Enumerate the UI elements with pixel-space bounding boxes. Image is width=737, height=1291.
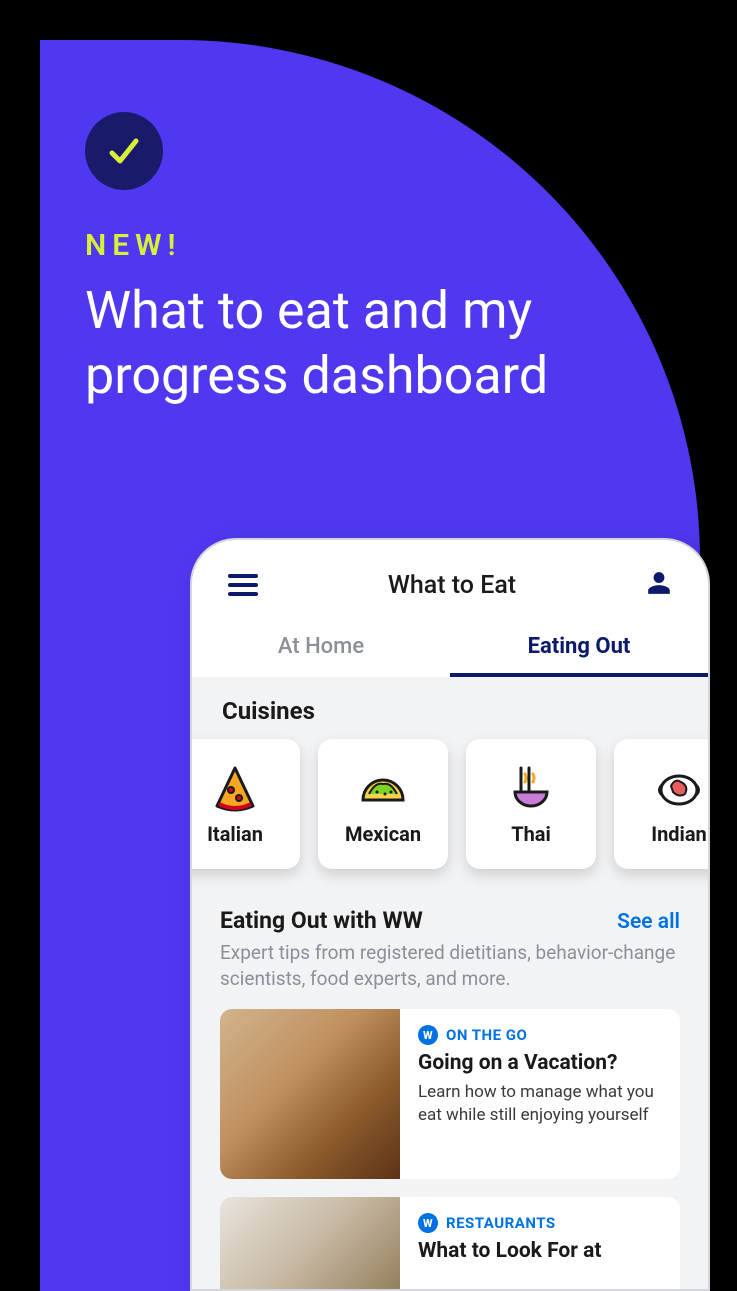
taco-icon	[357, 762, 409, 814]
article-desc: Learn how to manage what you eat while s…	[418, 1081, 662, 1127]
article-thumbnail	[220, 1197, 400, 1291]
menu-icon[interactable]	[228, 574, 258, 596]
pizza-icon	[209, 762, 261, 814]
article-card-vacation[interactable]: W ON THE GO Going on a Vacation? Learn h…	[220, 1009, 680, 1179]
screen-title: What to Eat	[388, 571, 516, 600]
articles-section: Eating Out with WW See all Expert tips f…	[192, 895, 708, 1291]
cuisine-label: Mexican	[345, 822, 421, 846]
curry-bowl-icon	[653, 762, 705, 814]
noodle-bowl-icon	[505, 762, 557, 814]
tabs: At Home Eating Out	[192, 622, 708, 677]
profile-icon[interactable]	[646, 570, 672, 600]
cuisine-label: Thai	[511, 822, 551, 846]
article-thumbnail	[220, 1009, 400, 1179]
cuisine-row[interactable]: Italian Mexican Thai	[190, 739, 710, 869]
checkmark-badge	[85, 112, 163, 190]
article-card-restaurants[interactable]: W RESTAURANTS What to Look For at	[220, 1197, 680, 1291]
content-area[interactable]: Cuisines Italian Mexican	[192, 677, 708, 1291]
article-tag: ON THE GO	[446, 1026, 527, 1044]
cuisine-label: Italian	[207, 822, 263, 846]
article-title: What to Look For at	[418, 1239, 602, 1263]
article-tag-row: W RESTAURANTS	[418, 1213, 602, 1233]
ww-badge-icon: W	[418, 1025, 438, 1045]
article-title: Going on a Vacation?	[418, 1051, 662, 1075]
article-tag: RESTAURANTS	[446, 1214, 556, 1232]
tab-eating-out[interactable]: Eating Out	[450, 622, 708, 677]
articles-subtitle: Expert tips from registered dietitians, …	[220, 940, 680, 991]
see-all-link[interactable]: See all	[617, 910, 680, 934]
top-bar: What to Eat	[192, 564, 708, 614]
cuisine-label: Indian	[651, 822, 707, 846]
cuisine-card-italian[interactable]: Italian	[190, 739, 300, 869]
checkmark-icon	[104, 131, 144, 171]
cuisine-card-indian[interactable]: Indian	[614, 739, 710, 869]
phone-frame: What to Eat At Home Eating Out Cuisines …	[190, 538, 710, 1291]
cuisine-card-mexican[interactable]: Mexican	[318, 739, 448, 869]
new-label: NEW!	[85, 228, 182, 263]
hero-title: What to eat and my progress dashboard	[85, 278, 645, 408]
articles-heading: Eating Out with WW	[220, 907, 423, 934]
cuisine-card-thai[interactable]: Thai	[466, 739, 596, 869]
ww-badge-icon: W	[418, 1213, 438, 1233]
tab-at-home[interactable]: At Home	[192, 622, 450, 677]
article-tag-row: W ON THE GO	[418, 1025, 662, 1045]
cuisines-heading: Cuisines	[192, 677, 708, 733]
